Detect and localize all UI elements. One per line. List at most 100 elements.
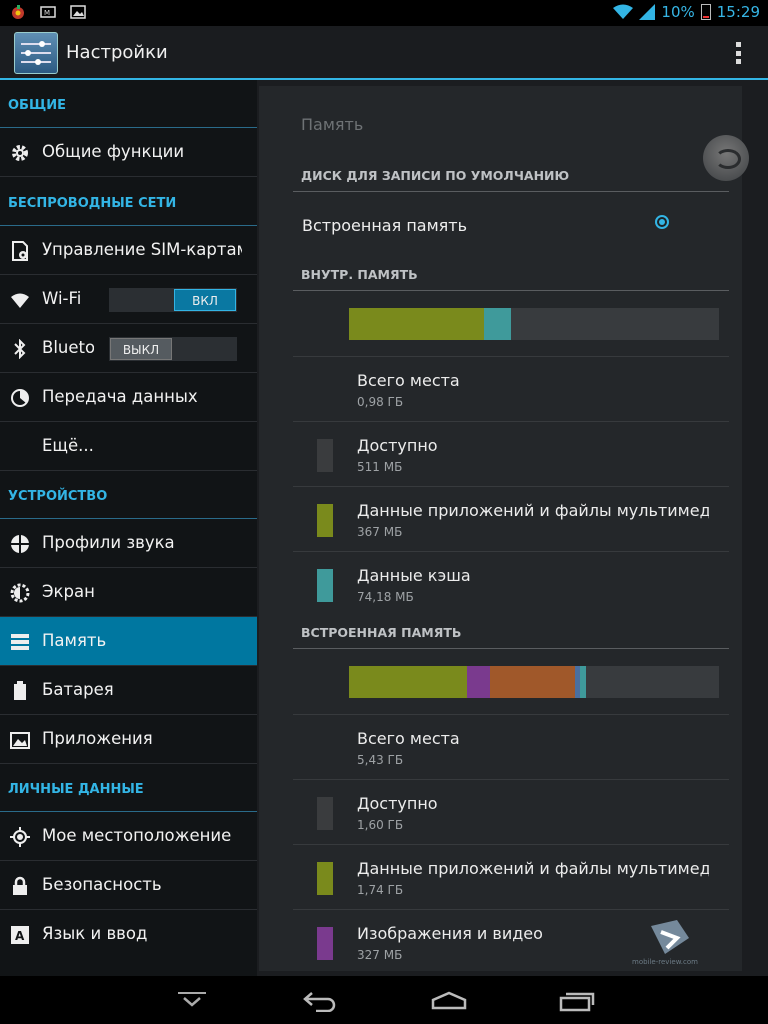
storage-entry[interactable]: Доступно 1,60 ГБ [293, 780, 729, 844]
settings-sliders-icon[interactable] [14, 32, 58, 74]
sidebar-item-display[interactable]: Экран [0, 568, 257, 617]
usage-segment [349, 308, 485, 340]
storage-entry-value: 74,18 МБ [357, 590, 414, 604]
sidebar-item-label: Батарея [42, 680, 114, 699]
sidebar-item-label: Профили звука [42, 533, 175, 552]
sidebar-item-label: Общие функции [42, 142, 185, 161]
storage-entry-value: 1,60 ГБ [357, 818, 404, 832]
sidebar-item-language[interactable]: A Язык и ввод [0, 910, 257, 951]
storage-panel: Память ДИСК ДЛЯ ЗАПИСИ ПО УМОЛЧАНИЮ Встр… [259, 86, 742, 971]
color-swatch [317, 569, 333, 602]
sidebar-item-label: Экран [42, 582, 95, 601]
section-header: УСТРОЙСТВО [0, 471, 257, 519]
toggle-label: ВЫКЛ [110, 338, 172, 360]
display-icon [10, 583, 30, 603]
location-icon [10, 827, 30, 847]
bluetooth-toggle[interactable]: ВЫКЛ [109, 337, 237, 361]
usage-segment [349, 666, 468, 698]
internal-storage-usage-bar [349, 308, 719, 340]
storage-entry[interactable]: Данные приложений и файлы мультимедиа 367… [293, 487, 729, 551]
sidebar-item-data-usage[interactable]: Передача данных [0, 373, 257, 422]
language-icon: A [11, 926, 29, 944]
storage-entry-name: Доступно [357, 436, 438, 455]
svg-text:A: A [15, 929, 25, 943]
sidebar-item-sim[interactable]: Управление SIM-картами [0, 226, 257, 275]
scroll-thumb[interactable] [703, 135, 749, 181]
sidebar-item-more[interactable]: Ещё... [0, 422, 257, 471]
page-title: Настройки [66, 42, 168, 63]
color-swatch [317, 927, 333, 960]
watermark: mobile-review.com [632, 918, 707, 966]
back-icon[interactable] [302, 990, 338, 1012]
action-bar: Настройки [0, 26, 768, 80]
storage-entry-name: Всего места [357, 371, 460, 390]
panel-title: Память [301, 115, 364, 134]
section-header: БЕСПРОВОДНЫЕ СЕТИ [0, 177, 257, 226]
sidebar-item-bluetooth[interactable]: Bluetooth ВЫКЛ [0, 324, 257, 373]
sidebar-item-label: Язык и ввод [42, 924, 148, 943]
battery-icon [14, 681, 26, 700]
game-app-icon [12, 5, 24, 19]
usage-segment [484, 308, 512, 340]
sidebar-item-general[interactable]: Общие функции [0, 128, 257, 177]
bluetooth-icon [14, 339, 26, 359]
storage-entry-value: 511 МБ [357, 460, 403, 474]
sidebar-item-wifi[interactable]: Wi-Fi ВКЛ [0, 275, 257, 324]
default-disk-option-label[interactable]: Встроенная память [302, 216, 467, 235]
builtin-storage-usage-bar [349, 666, 719, 698]
usage-segment [579, 666, 586, 698]
sidebar-item-apps[interactable]: Приложения [0, 715, 257, 764]
color-swatch [317, 439, 333, 472]
recent-apps-icon[interactable] [558, 990, 596, 1012]
section-header: ДИСК ДЛЯ ЗАПИСИ ПО УМОЛЧАНИЮ [293, 161, 729, 192]
sidebar-item-label: Приложения [42, 729, 153, 748]
storage-entry-name: Данные приложений и файлы мультимедиа [357, 501, 709, 520]
sidebar-item-storage[interactable]: Память [0, 617, 257, 666]
usage-segment [489, 666, 575, 698]
home-icon[interactable] [430, 990, 468, 1010]
gear-icon [12, 145, 28, 161]
photo-app-icon: M [40, 6, 56, 18]
sidebar-item-sound-profiles[interactable]: Профили звука [0, 519, 257, 568]
storage-entry[interactable]: Данные кэша 74,18 МБ [293, 552, 729, 616]
sidebar-item-battery[interactable]: Батарея [0, 666, 257, 715]
default-disk-radio[interactable] [655, 215, 669, 229]
storage-entry-value: 327 МБ [357, 948, 403, 962]
wifi-icon [11, 293, 29, 308]
navigation-bar [0, 976, 768, 1024]
sidebar-item-label: Управление SIM-картами [42, 240, 242, 259]
storage-entry-value: 367 МБ [357, 525, 403, 539]
sidebar-item-label: Мое местоположение [42, 826, 232, 845]
storage-entry-name: Данные кэша [357, 566, 471, 585]
storage-entry[interactable]: Доступно 511 МБ [293, 422, 729, 486]
usage-segment [467, 666, 490, 698]
wifi-toggle[interactable]: ВКЛ [109, 288, 237, 312]
signal-icon [639, 4, 656, 20]
storage-entry-name: Всего места [357, 729, 460, 748]
storage-icon [11, 634, 29, 650]
watermark-text: mobile-review.com [632, 958, 698, 966]
sidebar-item-label: Bluetooth [42, 338, 94, 357]
sidebar-item-security[interactable]: Безопасность [0, 861, 257, 910]
clock: 15:29 [716, 3, 760, 21]
battery-percent: 10% [661, 3, 695, 21]
color-swatch [317, 862, 333, 895]
sidebar-item-label: Безопасность [42, 875, 162, 894]
storage-entry[interactable]: Данные приложений и файлы мультимедиа 1,7… [293, 845, 729, 909]
settings-sidebar: ОБЩИЕ Общие функции БЕСПРОВОДНЫЕ СЕТИ Уп… [0, 80, 257, 976]
section-header: ЛИЧНЫЕ ДАННЫЕ [0, 764, 257, 812]
apps-icon [10, 732, 30, 749]
sidebar-item-location[interactable]: Мое местоположение [0, 812, 257, 861]
storage-entry[interactable]: Всего места 0,98 ГБ [293, 357, 729, 421]
overflow-menu-icon[interactable] [736, 42, 742, 64]
sound-profile-icon [11, 535, 29, 553]
data-usage-icon [11, 389, 29, 407]
storage-entry-value: 5,43 ГБ [357, 753, 404, 767]
status-bar: M 10% 15:29 [0, 0, 768, 26]
sidebar-item-label: Wi-Fi [42, 289, 82, 308]
gallery-icon [70, 5, 86, 19]
hide-keyboard-icon[interactable] [176, 990, 208, 1010]
section-header: ВСТРОЕННАЯ ПАМЯТЬ [293, 618, 729, 649]
storage-entry[interactable]: Всего места 5,43 ГБ [293, 715, 729, 779]
color-swatch [317, 797, 333, 830]
